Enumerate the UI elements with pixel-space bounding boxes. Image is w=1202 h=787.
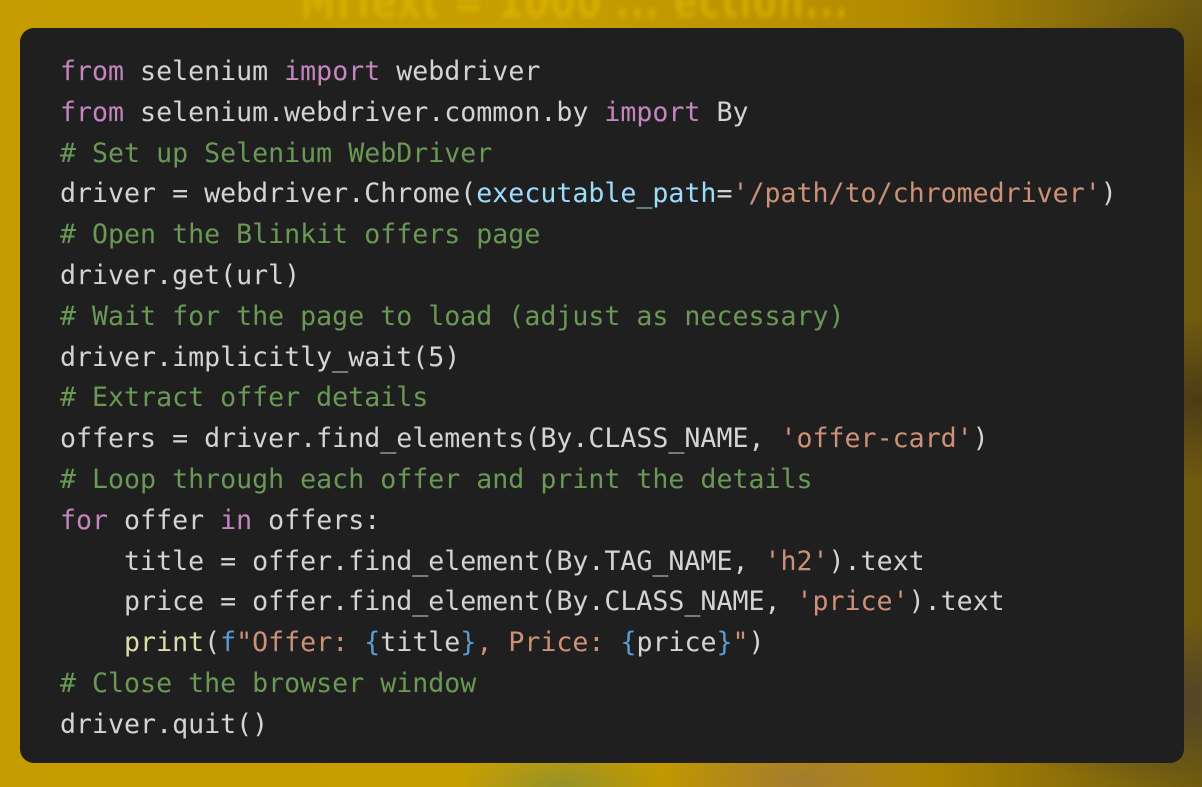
- keyword-token: from: [60, 56, 125, 87]
- code-token: (: [204, 627, 221, 659]
- code-token: ).text: [828, 545, 925, 577]
- code-token: offer: [108, 504, 221, 536]
- string-token: 'offer-card': [780, 423, 973, 455]
- comment-token: # Open the Blinkit offers page: [60, 219, 541, 251]
- code-line-4: driver = webdriver.Chrome(executable_pat…: [60, 174, 1184, 215]
- brace-token: }: [716, 627, 733, 659]
- code-line-13: title = offer.find_element(By.TAG_NAME, …: [60, 542, 1184, 583]
- code-line-9: # Extract offer details: [60, 378, 1184, 419]
- code-token: title: [380, 627, 461, 659]
- code-panel: from selenium import webdriver from selen…: [20, 28, 1184, 763]
- comment-token: # Close the browser window: [60, 667, 477, 699]
- code-line-15: print(f"Offer: {title}, Price: {price}"): [60, 623, 1184, 664]
- fstring-prefix-token: f: [220, 627, 237, 659]
- code-line-3: # Set up Selenium WebDriver: [60, 134, 1184, 175]
- keyword-token: from: [60, 96, 125, 128]
- code-token: By: [700, 96, 749, 128]
- keyword-token: for: [60, 504, 109, 536]
- code-token: driver.implicitly_wait(5): [60, 341, 461, 373]
- code-token: =: [716, 178, 733, 210]
- string-token: "Offer:: [236, 627, 365, 659]
- brace-token: {: [620, 627, 637, 659]
- string-token: 'h2': [764, 545, 829, 577]
- comment-token: # Set up Selenium WebDriver: [60, 137, 493, 169]
- code-line-12: for offer in offers:: [60, 501, 1184, 542]
- code-line-5: # Open the Blinkit offers page: [60, 215, 1184, 256]
- parameter-token: executable_path: [476, 178, 717, 210]
- code-token: selenium: [124, 56, 285, 87]
- code-token: offers:: [252, 504, 381, 536]
- keyword-token: import: [284, 56, 381, 87]
- code-line-11: # Loop through each offer and print the …: [60, 460, 1184, 501]
- code-token: price: [636, 627, 717, 659]
- code-token: title = offer.find_element(By.TAG_NAME,: [60, 545, 765, 577]
- code-line-10: offers = driver.find_elements(By.CLASS_N…: [60, 419, 1184, 460]
- comment-token: # Wait for the page to load (adjust as n…: [60, 300, 845, 332]
- code-line-17: driver.quit(): [60, 705, 1184, 746]
- code-line-7: # Wait for the page to load (adjust as n…: [60, 297, 1184, 338]
- code-token: offers = driver.find_elements(By.CLASS_N…: [60, 423, 781, 455]
- code-token: driver.get(url): [60, 259, 301, 291]
- keyword-token: import: [604, 96, 701, 128]
- code-line-6: driver.get(url): [60, 256, 1184, 297]
- background-blurred-text: MIText = 1000 ... ection...: [300, 0, 850, 30]
- code-token: driver.quit(): [60, 708, 269, 740]
- code-token: webdriver: [380, 56, 541, 87]
- code-line-14: price = offer.find_element(By.CLASS_NAME…: [60, 582, 1184, 623]
- code-token: ).text: [908, 586, 1005, 618]
- comment-token: # Extract offer details: [60, 382, 429, 414]
- code-line-1: from selenium import webdriver: [60, 52, 1184, 93]
- code-line-8: driver.implicitly_wait(5): [60, 338, 1184, 379]
- brace-token: }: [460, 627, 477, 659]
- code-block[interactable]: from selenium import webdriver from selen…: [60, 52, 1184, 746]
- code-token: ): [972, 423, 989, 455]
- string-token: ": [732, 627, 749, 659]
- keyword-token: in: [220, 504, 253, 536]
- code-token: ): [748, 627, 765, 659]
- string-token: '/path/to/chromedriver': [732, 178, 1101, 210]
- function-token: print: [124, 627, 205, 659]
- brace-token: {: [364, 627, 381, 659]
- code-token: ): [1100, 178, 1117, 210]
- string-token: 'price': [796, 586, 909, 618]
- code-token: price = offer.find_element(By.CLASS_NAME…: [60, 586, 797, 618]
- comment-token: # Loop through each offer and print the …: [60, 463, 813, 495]
- code-token: selenium.webdriver.common.by: [124, 96, 605, 128]
- code-token: driver = webdriver.Chrome(: [60, 178, 477, 210]
- string-token: , Price:: [476, 627, 621, 659]
- code-line-16: # Close the browser window: [60, 664, 1184, 705]
- code-line-2: from selenium.webdriver.common.by import…: [60, 93, 1184, 134]
